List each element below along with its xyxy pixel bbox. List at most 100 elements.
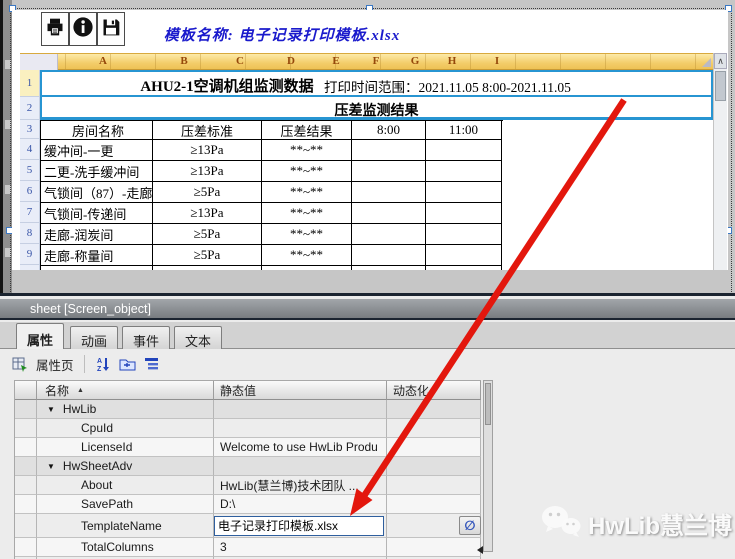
cell-standard: ≥13Pa <box>153 266 262 270</box>
scrollbar-thumb[interactable] <box>715 71 726 101</box>
column-static-label: 静态值 <box>220 383 257 398</box>
column-header-band[interactable]: A B C D E F G H I <box>20 53 713 70</box>
section-title-row[interactable]: 压差监测结果 <box>40 97 713 120</box>
tab-texts[interactable]: 文本 <box>174 326 222 349</box>
cell-1100 <box>426 203 502 224</box>
table-row[interactable]: 走廊-称量间 ≥5Pa **~** <box>41 245 503 266</box>
property-row-hwsheetadv[interactable]: ▼ HwSheetAdv <box>15 457 481 476</box>
property-value[interactable]: HwLib(慧兰博)技术团队 ... <box>214 476 387 495</box>
property-value[interactable] <box>214 419 387 438</box>
column-name-header[interactable]: 名称 ▲ <box>37 381 214 400</box>
row-header[interactable]: 9 <box>20 244 40 265</box>
category-folder-icon[interactable] <box>119 357 136 372</box>
tab-events[interactable]: 事件 <box>122 326 170 349</box>
report-title: AHU2-1空调机组监测数据 <box>140 79 314 95</box>
property-row-templatename[interactable]: TemplateName ∅ <box>15 514 481 538</box>
column-header[interactable]: B <box>174 55 194 67</box>
sheet-vertical-scrollbar[interactable]: ∧ <box>713 53 727 270</box>
property-row-cpuid[interactable]: CpuId <box>15 419 481 438</box>
property-value[interactable]: D:\ <box>214 495 387 514</box>
table-row[interactable]: 二更-洗手缓冲间 ≥13Pa **~** <box>41 161 503 182</box>
column-header[interactable]: A <box>93 55 113 67</box>
cell-standard: ≥13Pa <box>153 161 262 182</box>
sheet-control: 模板名称: 电子记录打印模板.xlsx A B C D E F G H I 1 … <box>12 10 728 270</box>
table-header: 11:00 <box>426 121 502 140</box>
info-button[interactable] <box>69 12 97 46</box>
watermark-text: HwLib慧兰博 <box>588 512 732 540</box>
column-header[interactable]: G <box>405 55 425 67</box>
print-button[interactable] <box>41 12 69 46</box>
column-dynamic-header[interactable]: 动态化 <box>387 381 481 400</box>
table-row[interactable]: 气锁（C1）-准备区物流通 ≥13Pa **~** <box>41 266 503 270</box>
table-header: 压差结果 <box>262 121 352 140</box>
table-header-row[interactable]: 房间名称 压差标准 压差结果 8:00 11:00 <box>41 121 503 140</box>
cancel-dynamization-button[interactable]: ∅ <box>459 516 481 535</box>
column-header[interactable]: I <box>487 55 507 67</box>
grid-vertical-scrollbar[interactable] <box>483 380 493 552</box>
selection-marquee <box>731 8 732 292</box>
scroll-up-icon[interactable]: ∧ <box>714 53 727 69</box>
report-title-row[interactable]: AHU2-1空调机组监测数据 打印时间范围：2021.11.05 8:00-20… <box>40 70 713 97</box>
column-header[interactable]: F <box>366 55 386 67</box>
row-header[interactable]: 6 <box>20 181 40 202</box>
properties-page-label[interactable]: 属性页 <box>36 355 74 374</box>
grid-header-row: 名称 ▲ 静态值 动态化 <box>15 381 481 400</box>
scrollbar-thumb[interactable] <box>485 383 491 425</box>
table-row[interactable]: 气锁间（87）-走廊 ≥5Pa **~** <box>41 182 503 203</box>
row-header[interactable]: 10 <box>20 265 40 270</box>
row-header[interactable]: 5 <box>20 160 40 181</box>
column-header[interactable]: D <box>281 55 301 67</box>
tab-animations[interactable]: 动画 <box>70 326 118 349</box>
cell-1100 <box>426 161 502 182</box>
column-header[interactable]: E <box>326 55 346 67</box>
row-header[interactable]: 8 <box>20 223 40 244</box>
collapse-icon[interactable]: ▼ <box>47 405 55 414</box>
cell-result: **~** <box>262 245 352 266</box>
property-row-about[interactable]: About HwLib(慧兰博)技术团队 ... <box>15 476 481 495</box>
row-header[interactable]: 7 <box>20 202 40 223</box>
property-row-totalcolumns[interactable]: TotalColumns 3 <box>15 538 481 557</box>
divider <box>83 355 85 373</box>
template-name-input[interactable] <box>214 515 384 536</box>
property-value[interactable]: 3 <box>214 538 387 557</box>
cell-800 <box>352 140 426 161</box>
row-header[interactable]: 3 <box>20 120 40 139</box>
select-all-corner[interactable] <box>20 54 711 70</box>
cell-result: **~** <box>262 161 352 182</box>
cell-800 <box>352 266 426 270</box>
row-gutter <box>15 538 37 557</box>
property-row-hwlib[interactable]: ▼ HwLib <box>15 400 481 419</box>
cell-800 <box>352 182 426 203</box>
inspector-window-title: sheet [Screen_object] <box>0 299 735 320</box>
row-header[interactable]: 2 <box>20 97 40 120</box>
column-header[interactable]: C <box>230 55 250 67</box>
row-gutter <box>15 400 37 419</box>
column-name-label: 名称 <box>45 383 70 398</box>
table-row[interactable]: 缓冲间-一更 ≥13Pa **~** <box>41 140 503 161</box>
tab-properties[interactable]: 属性 <box>16 323 64 349</box>
cell-result: **~** <box>262 224 352 245</box>
tree-view-icon[interactable] <box>144 357 161 371</box>
properties-toolbar: 属性页 AZ <box>12 351 482 377</box>
save-button[interactable] <box>97 12 125 46</box>
property-name: LicenseId <box>37 438 214 457</box>
table-row[interactable]: 气锁间-传递间 ≥13Pa **~** <box>41 203 503 224</box>
cell-result: **~** <box>262 140 352 161</box>
table-row[interactable]: 走廊-润炭间 ≥5Pa **~** <box>41 224 503 245</box>
cell-standard: ≥5Pa <box>153 182 262 203</box>
property-value[interactable]: Welcome to use HwLib Produ <box>214 438 387 457</box>
column-static-header[interactable]: 静态值 <box>214 381 387 400</box>
column-header[interactable]: H <box>442 55 462 67</box>
scroll-arrow-icon[interactable] <box>477 546 483 554</box>
property-row-savepath[interactable]: SavePath D:\ <box>15 495 481 514</box>
row-header[interactable]: 4 <box>20 139 40 160</box>
property-row-licenseid[interactable]: LicenseId Welcome to use HwLib Produ <box>15 438 481 457</box>
screenshot-root: 模板名称: 电子记录打印模板.xlsx A B C D E F G H I 1 … <box>0 0 735 559</box>
collapse-icon[interactable]: ▼ <box>47 462 55 471</box>
property-name: CpuId <box>37 419 214 438</box>
cell-1100 <box>426 266 502 270</box>
row-header[interactable]: 1 <box>20 70 40 97</box>
section-title: 压差监测结果 <box>334 104 419 119</box>
sort-az-icon[interactable]: AZ <box>95 356 111 372</box>
printer-icon <box>45 17 65 42</box>
